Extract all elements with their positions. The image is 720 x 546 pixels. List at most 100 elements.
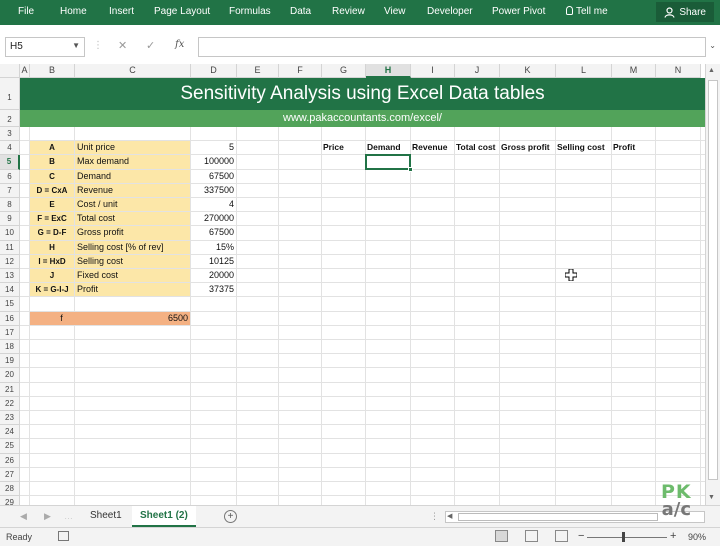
enter-icon[interactable]: ✓ xyxy=(146,39,155,52)
input-value-cell[interactable]: 20000 xyxy=(191,269,236,282)
scroll-up-icon[interactable]: ▲ xyxy=(708,67,715,74)
row-header-12[interactable]: 12 xyxy=(0,254,20,269)
column-header-k[interactable]: K xyxy=(500,64,556,78)
f-label-cell[interactable]: f xyxy=(30,311,75,325)
input-label-cell[interactable]: Profit xyxy=(75,283,190,297)
input-code-cell[interactable]: H xyxy=(30,240,74,254)
input-code-cell[interactable]: B xyxy=(30,155,74,169)
table-header-cell[interactable]: Demand xyxy=(366,141,410,154)
sheet-title[interactable]: Sensitivity Analysis using Excel Data ta… xyxy=(20,78,705,110)
table-header-cell[interactable]: Total cost xyxy=(455,141,499,154)
row-header-21[interactable]: 21 xyxy=(0,382,20,397)
input-label-cell[interactable]: Fixed cost xyxy=(75,269,190,283)
chevron-down-icon[interactable]: ▼ xyxy=(72,41,80,50)
f-value-cell[interactable]: 6500 xyxy=(75,311,190,325)
tab-review[interactable]: Review xyxy=(332,6,365,17)
zoom-slider[interactable] xyxy=(587,537,667,538)
tab-file[interactable]: File xyxy=(18,6,34,17)
row-header-8[interactable]: 8 xyxy=(0,198,20,213)
zoom-out-icon[interactable]: − xyxy=(578,530,584,542)
name-box[interactable]: H5 ▼ xyxy=(5,37,85,57)
row-header-28[interactable]: 28 xyxy=(0,482,20,497)
row-header-23[interactable]: 23 xyxy=(0,411,20,426)
cancel-icon[interactable]: ✕ xyxy=(118,39,127,52)
row-header-6[interactable]: 6 xyxy=(0,169,20,184)
column-header-g[interactable]: G xyxy=(322,64,366,78)
expand-formula-icon[interactable]: ⌄ xyxy=(709,41,716,50)
row-header-25[interactable]: 25 xyxy=(0,439,20,454)
input-label-cell[interactable]: Gross profit xyxy=(75,226,190,240)
row-header-3[interactable]: 3 xyxy=(0,127,20,142)
sheet-url[interactable]: www.pakaccountants.com/excel/ xyxy=(20,110,705,127)
column-header-f[interactable]: F xyxy=(279,64,322,78)
input-label-cell[interactable]: Unit price xyxy=(75,141,190,155)
fill-handle[interactable] xyxy=(408,166,413,172)
row-header-5[interactable]: 5 xyxy=(0,155,20,170)
input-code-cell[interactable]: A xyxy=(30,141,74,155)
input-value-cell[interactable]: 15% xyxy=(191,241,236,254)
row-header-17[interactable]: 17 xyxy=(0,325,20,340)
horizontal-scroll-thumb[interactable] xyxy=(458,513,658,521)
input-value-cell[interactable]: 337500 xyxy=(191,184,236,197)
column-header-j[interactable]: J xyxy=(455,64,500,78)
tab-power-pivot[interactable]: Power Pivot xyxy=(492,6,545,17)
row-header-16[interactable]: 16 xyxy=(0,311,20,326)
input-code-cell[interactable]: E xyxy=(30,198,74,212)
input-label-cell[interactable]: Selling cost xyxy=(75,254,190,268)
row-header-4[interactable]: 4 xyxy=(0,141,20,156)
input-label-cell[interactable]: Cost / unit xyxy=(75,198,190,212)
macro-record-icon[interactable] xyxy=(58,531,69,541)
active-cell-selection[interactable] xyxy=(365,154,411,170)
input-value-cell[interactable]: 5 xyxy=(191,141,236,154)
prev-sheet-icon[interactable]: ◀ xyxy=(20,511,27,522)
column-header-e[interactable]: E xyxy=(237,64,279,78)
column-header-b[interactable]: B xyxy=(30,64,75,78)
tab-view[interactable]: View xyxy=(384,6,406,17)
select-all-corner[interactable] xyxy=(0,64,20,78)
input-value-cell[interactable]: 100000 xyxy=(191,155,236,168)
table-header-cell[interactable]: Revenue xyxy=(411,141,454,154)
tab-developer[interactable]: Developer xyxy=(427,6,473,17)
column-header-n[interactable]: N xyxy=(656,64,701,78)
input-code-cell[interactable]: G = D-F xyxy=(30,226,74,240)
table-header-cell[interactable]: Price xyxy=(322,141,365,154)
input-code-cell[interactable]: F = ExC xyxy=(30,212,74,226)
column-header-c[interactable]: C xyxy=(75,64,191,78)
zoom-slider-thumb[interactable] xyxy=(622,532,625,542)
row-header-22[interactable]: 22 xyxy=(0,396,20,411)
tab-insert[interactable]: Insert xyxy=(109,6,134,17)
input-code-cell[interactable]: K = G-I-J xyxy=(30,283,74,297)
row-header-18[interactable]: 18 xyxy=(0,340,20,355)
row-header-1[interactable]: 1 xyxy=(0,78,20,110)
sheet-tab-sheet1[interactable]: Sheet1 xyxy=(82,506,130,527)
tab-formulas[interactable]: Formulas xyxy=(229,6,271,17)
input-value-cell[interactable]: 10125 xyxy=(191,255,236,268)
formula-input[interactable] xyxy=(198,37,706,57)
row-header-11[interactable]: 11 xyxy=(0,240,20,255)
row-header-14[interactable]: 14 xyxy=(0,283,20,298)
scroll-down-icon[interactable]: ▼ xyxy=(708,494,715,501)
table-header-cell[interactable]: Gross profit xyxy=(500,141,555,154)
row-header-19[interactable]: 19 xyxy=(0,354,20,369)
input-code-cell[interactable]: D = CxA xyxy=(30,183,74,197)
add-sheet-icon[interactable]: + xyxy=(224,510,237,523)
page-layout-view-icon[interactable] xyxy=(525,530,538,542)
sheet-tab-sheet1-2[interactable]: Sheet1 (2) xyxy=(132,506,196,527)
input-value-cell[interactable]: 67500 xyxy=(191,170,236,183)
input-label-cell[interactable]: Demand xyxy=(75,169,190,183)
insert-function-icon[interactable]: fx xyxy=(175,39,184,50)
page-break-view-icon[interactable] xyxy=(555,530,568,542)
row-header-15[interactable]: 15 xyxy=(0,297,20,312)
column-header-d[interactable]: D xyxy=(191,64,237,78)
table-header-cell[interactable]: Profit xyxy=(612,141,655,154)
tab-home[interactable]: Home xyxy=(60,6,87,17)
column-header-l[interactable]: L xyxy=(556,64,612,78)
row-header-9[interactable]: 9 xyxy=(0,212,20,227)
tell-me-box[interactable]: Tell me xyxy=(566,6,608,17)
share-button[interactable]: Share xyxy=(656,2,714,22)
input-label-cell[interactable]: Revenue xyxy=(75,183,190,197)
input-label-cell[interactable]: Selling cost [% of rev] xyxy=(75,240,190,254)
vertical-scrollbar[interactable]: ▲ ▼ xyxy=(705,64,720,505)
zoom-in-icon[interactable]: + xyxy=(670,530,676,542)
input-label-cell[interactable]: Total cost xyxy=(75,212,190,226)
